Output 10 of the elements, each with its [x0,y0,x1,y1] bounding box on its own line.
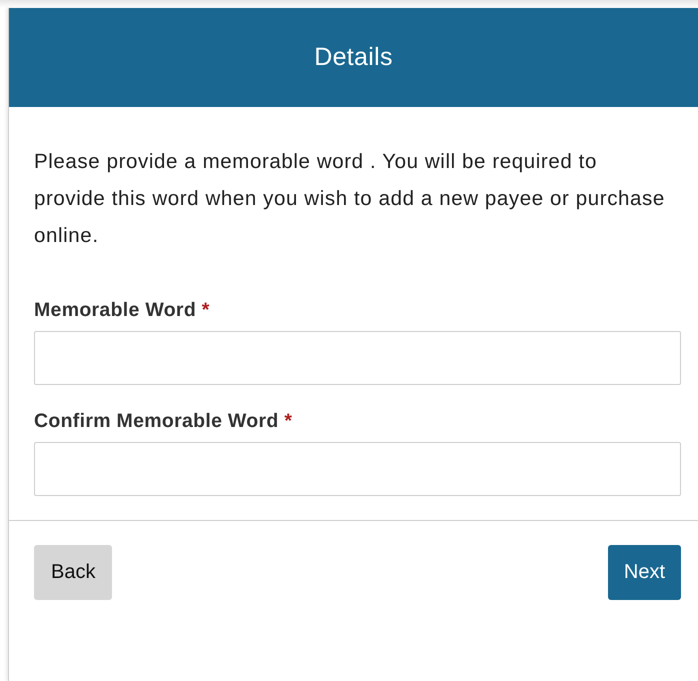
back-button[interactable]: Back [34,545,112,600]
intro-text: Please provide a memorable word . You will be required to provide this word when you wish to add a new payee or purchase online. [34,149,666,249]
required-mark: * [284,410,292,432]
input-field[interactable] [34,331,681,385]
next-button[interactable]: Next [608,545,681,600]
field-label: Memorable Word [34,299,196,321]
required-mark: * [202,299,210,321]
header-title: Details [314,43,393,72]
input-field[interactable] [34,442,681,496]
field-label: Confirm Memorable Word [34,410,279,432]
